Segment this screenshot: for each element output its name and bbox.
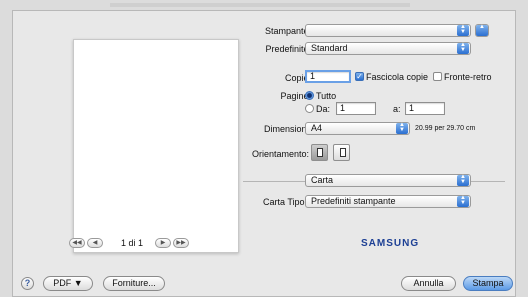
pages-all-radio[interactable] (305, 91, 314, 100)
orientation-label: Orientamento: (251, 149, 309, 159)
collate-checkbox[interactable]: ✓ (355, 72, 364, 81)
copies-label: Copie: (284, 73, 311, 83)
pages-all-label: Tutto (316, 91, 337, 101)
section-value: Carta (311, 175, 334, 185)
first-page-button[interactable]: ◀◀ (69, 238, 85, 248)
presets-value: Standard (311, 43, 348, 53)
popup-arrows-icon: ▲ ▼ (457, 195, 469, 207)
print-dialog: Stampante: ▲ ▼ ▲ Predefinite: Standard ▲ ▼… (12, 10, 516, 297)
popup-arrows-icon: ▲ ▼ (457, 42, 469, 54)
print-button[interactable]: Stampa (463, 276, 513, 291)
next-page-button[interactable]: ▶ (155, 238, 171, 248)
printer-expand-button[interactable]: ▲ (475, 24, 489, 37)
samsung-logo: SAMSUNG (361, 238, 420, 249)
popup-arrows-icon: ▲ ▼ (457, 24, 469, 36)
duplex-label: Fronte-retro (444, 72, 492, 82)
paper-size-select[interactable]: A4 ▲ ▼ (305, 122, 410, 135)
paper-size-value: A4 (311, 123, 323, 133)
copies-field[interactable]: 1 (305, 70, 351, 83)
landscape-icon (340, 148, 346, 157)
page-indicator: 1 di 1 (121, 238, 144, 248)
printer-label: Stampante: (264, 26, 311, 36)
page-preview (73, 39, 239, 253)
landscape-button[interactable] (333, 144, 350, 161)
portrait-button[interactable] (311, 144, 328, 161)
pdf-menu-button[interactable]: PDF ▼ (43, 276, 93, 291)
pages-from-field[interactable]: 1 (336, 102, 376, 115)
supplies-button[interactable]: Forniture... (103, 276, 165, 291)
help-button[interactable]: ? (21, 277, 34, 290)
pages-range-radio[interactable] (305, 104, 314, 113)
paper-type-value: Predefiniti stampante (311, 196, 396, 206)
pages-label: Pagine: (280, 91, 311, 101)
prev-page-button[interactable]: ◀ (87, 238, 103, 248)
background-strip (110, 3, 410, 7)
presets-label: Predefinite: (265, 44, 311, 54)
popup-arrows-icon: ▲ ▼ (457, 174, 469, 186)
paper-type-label: Carta Tipo: (262, 197, 307, 207)
portrait-icon (317, 148, 323, 157)
pages-to-label: a: (393, 104, 401, 114)
paper-size-label: Dimensioni: (263, 124, 311, 134)
paper-type-select[interactable]: Predefiniti stampante ▲ ▼ (305, 195, 471, 208)
printer-select[interactable]: ▲ ▼ (305, 24, 471, 37)
collate-label: Fascicola copie (366, 72, 429, 82)
last-page-button[interactable]: ▶▶ (173, 238, 189, 248)
cancel-button[interactable]: Annulla (401, 276, 456, 291)
section-select[interactable]: Carta ▲ ▼ (305, 174, 471, 187)
disclosure-up-icon: ▲ (476, 24, 488, 36)
pages-from-label: Da: (316, 104, 331, 114)
presets-select[interactable]: Standard ▲ ▼ (305, 42, 471, 55)
paper-dimensions: 20.99 per 29.70 cm (415, 125, 476, 132)
pages-to-field[interactable]: 1 (405, 102, 445, 115)
popup-arrows-icon: ▲ ▼ (396, 122, 408, 134)
duplex-checkbox[interactable] (433, 72, 442, 81)
